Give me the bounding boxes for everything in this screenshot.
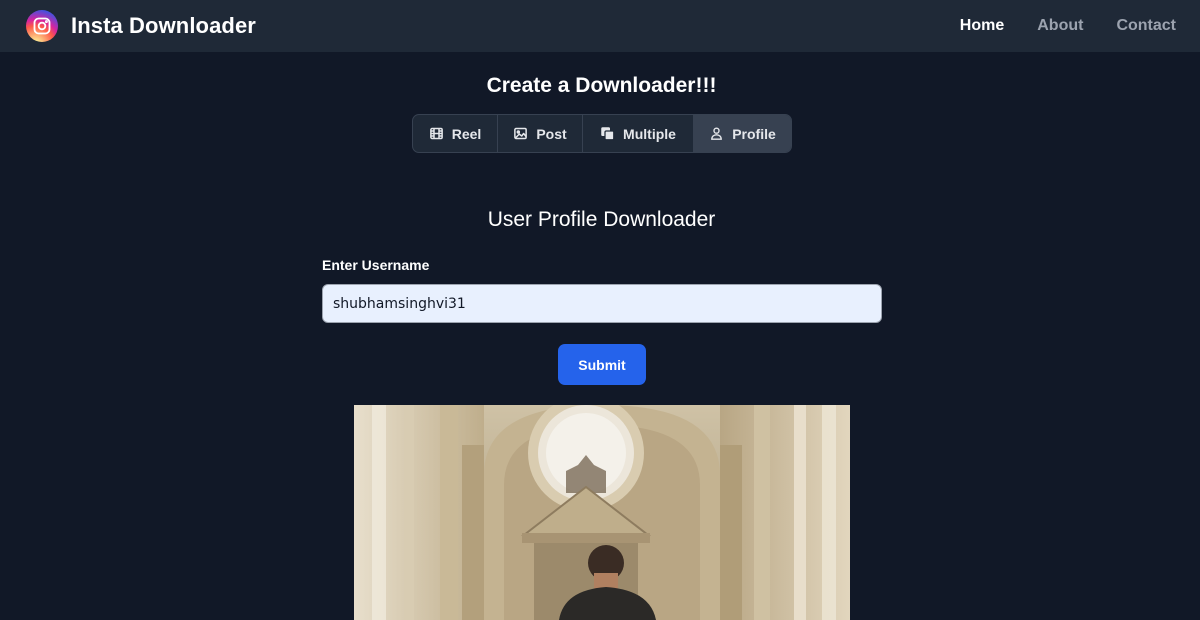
image-icon (513, 126, 528, 141)
main-content: Create a Downloader!!! Reel Post Multipl… (0, 52, 1200, 620)
tab-reel-label: Reel (451, 125, 482, 142)
multiple-icon (600, 126, 615, 141)
navbar: Insta Downloader Home About Contact (0, 0, 1200, 52)
brand-title: Insta Downloader (71, 13, 256, 38)
brand[interactable]: Insta Downloader (26, 10, 256, 42)
user-icon (709, 126, 724, 141)
tab-multiple[interactable]: Multiple (583, 115, 694, 152)
nav-link-home[interactable]: Home (960, 17, 1004, 35)
submit-button[interactable]: Submit (558, 344, 646, 385)
film-icon (429, 126, 444, 141)
username-label: Enter Username (322, 257, 430, 273)
instagram-logo-icon (26, 10, 58, 42)
downloader-tabs: Reel Post Multiple Profile (412, 114, 792, 153)
tab-profile[interactable]: Profile (694, 115, 791, 152)
username-input[interactable] (322, 284, 882, 323)
profile-picture (354, 405, 850, 620)
tab-post-label: Post (536, 125, 567, 142)
tab-reel[interactable]: Reel (413, 115, 498, 152)
tab-profile-label: Profile (732, 125, 776, 142)
nav-link-contact[interactable]: Contact (1116, 17, 1176, 35)
nav-link-about[interactable]: About (1037, 17, 1083, 35)
tab-multiple-label: Multiple (623, 125, 676, 142)
tab-post[interactable]: Post (498, 115, 583, 152)
nav-links: Home About Contact (960, 17, 1176, 35)
section-title: User Profile Downloader (487, 208, 716, 231)
page-heading: Create a Downloader!!! (486, 74, 717, 97)
